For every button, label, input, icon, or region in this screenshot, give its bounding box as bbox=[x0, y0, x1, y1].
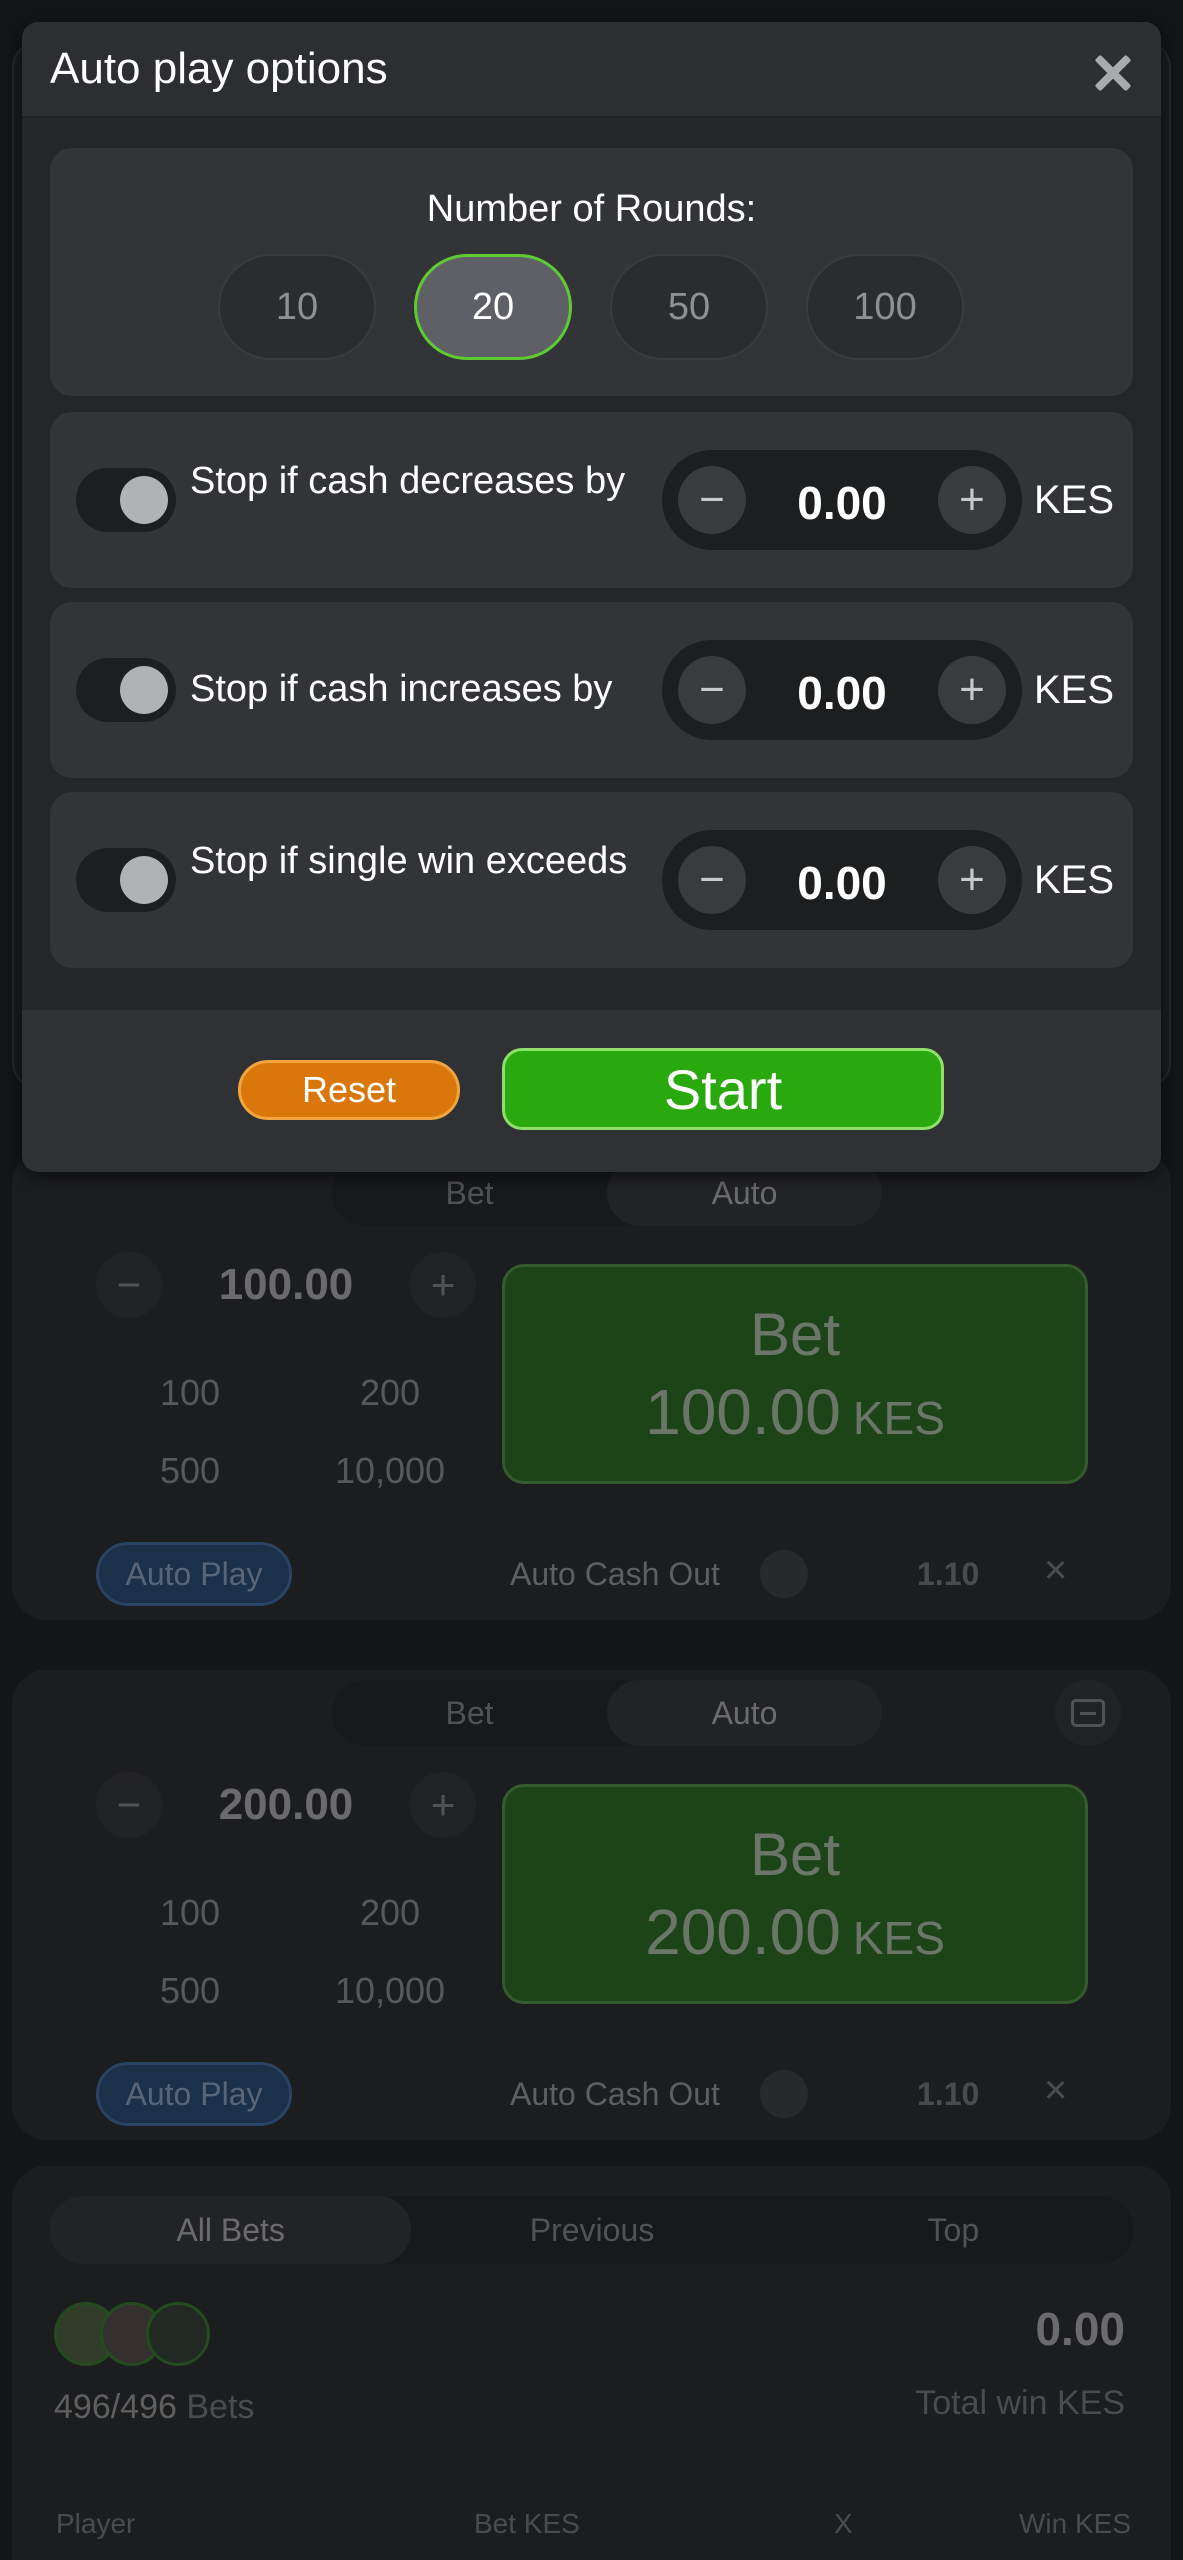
bets-list-tabs: All Bets Previous Top bbox=[50, 2196, 1134, 2264]
player-avatars bbox=[54, 2302, 210, 2372]
quick-bet-200[interactable]: 200 bbox=[290, 1892, 490, 1934]
decrease-bet-button[interactable]: − bbox=[96, 1772, 162, 1838]
auto-cash-out-label: Auto Cash Out bbox=[510, 1556, 720, 1592]
bets-count-value: 496/496 bbox=[54, 2388, 177, 2426]
increase-button[interactable]: + bbox=[938, 846, 1006, 914]
currency-label: KES bbox=[1034, 668, 1115, 712]
collapse-icon[interactable] bbox=[1055, 1680, 1121, 1746]
total-win-value: 0.00 bbox=[1035, 2303, 1125, 2355]
auto-play-button[interactable]: Auto Play bbox=[96, 1542, 292, 1606]
stop-cash-decrease-value[interactable]: 0.00 bbox=[746, 476, 938, 530]
bet-button-currency: KES bbox=[852, 1391, 945, 1444]
stop-cash-decrease-card: Stop if cash decreases by − 0.00 + KES bbox=[50, 412, 1133, 588]
stop-single-win-label: Stop if single win exceeds bbox=[190, 840, 628, 882]
bet-button[interactable]: Bet 100.00 KES bbox=[502, 1264, 1088, 1484]
stop-cash-decrease-stepper: − 0.00 + bbox=[662, 450, 1022, 550]
bet-button-label: Bet bbox=[749, 1300, 841, 1368]
start-button[interactable]: Start bbox=[502, 1048, 944, 1130]
stop-single-win-toggle[interactable] bbox=[76, 848, 176, 912]
bet-panel-1: Bet Auto − 100.00 + 100 200 500 10,000 B… bbox=[12, 1150, 1171, 1620]
quick-bet-200[interactable]: 200 bbox=[290, 1372, 490, 1414]
modal-header: Auto play options bbox=[22, 22, 1161, 118]
bets-list-panel: All Bets Previous Top 496/496 Bets 0.00 … bbox=[12, 2166, 1171, 2560]
total-win-label: Total win KES bbox=[915, 2384, 1125, 2422]
decrease-button[interactable]: − bbox=[678, 846, 746, 914]
bet-amount-value[interactable]: 100.00 bbox=[219, 1260, 354, 1310]
increase-bet-button[interactable]: + bbox=[409, 1252, 476, 1318]
auto-cash-out-value[interactable]: 1.10 bbox=[917, 1556, 979, 1593]
bet-button-amount: 200.00 bbox=[645, 1895, 841, 1968]
rounds-option-50[interactable]: 50 bbox=[610, 254, 768, 360]
column-player: Player bbox=[56, 2508, 136, 2539]
close-icon[interactable] bbox=[1093, 52, 1133, 92]
bet-amount-value[interactable]: 200.00 bbox=[219, 1780, 354, 1830]
column-multiplier: X bbox=[834, 2508, 853, 2539]
auto-cash-out-toggle[interactable] bbox=[760, 2070, 808, 2118]
quick-bet-10000[interactable]: 10,000 bbox=[290, 1450, 490, 1492]
rounds-options: 10 20 50 100 bbox=[218, 254, 964, 360]
tab-top[interactable]: Top bbox=[773, 2196, 1134, 2264]
modal-title: Auto play options bbox=[50, 44, 388, 93]
quick-bet-500[interactable]: 500 bbox=[90, 1970, 290, 2012]
increase-button[interactable]: + bbox=[938, 656, 1006, 724]
bet-amount-stepper: − 100.00 + bbox=[96, 1250, 476, 1320]
quick-bet-10000[interactable]: 10,000 bbox=[290, 1970, 490, 2012]
rounds-option-100[interactable]: 100 bbox=[806, 254, 964, 360]
tab-auto[interactable]: Auto bbox=[607, 1680, 882, 1746]
stop-single-win-card: Stop if single win exceeds − 0.00 + KES bbox=[50, 792, 1133, 968]
currency-label: KES bbox=[1034, 858, 1115, 902]
rounds-option-10[interactable]: 10 bbox=[218, 254, 376, 360]
stop-cash-increase-value[interactable]: 0.00 bbox=[746, 666, 938, 720]
stop-cash-increase-label: Stop if cash increases by bbox=[190, 668, 613, 710]
decrease-bet-button[interactable]: − bbox=[96, 1252, 162, 1318]
auto-play-button[interactable]: Auto Play bbox=[96, 2062, 292, 2126]
tab-bet[interactable]: Bet bbox=[332, 1680, 607, 1746]
quick-bet-500[interactable]: 500 bbox=[90, 1450, 290, 1492]
clear-cash-out-icon[interactable]: × bbox=[1044, 1548, 1067, 1593]
increase-button[interactable]: + bbox=[938, 466, 1006, 534]
rounds-option-20[interactable]: 20 bbox=[414, 254, 572, 360]
auto-cash-out-value[interactable]: 1.10 bbox=[917, 2076, 979, 2113]
decrease-button[interactable]: − bbox=[678, 656, 746, 724]
stop-cash-decrease-label: Stop if cash decreases by bbox=[190, 460, 626, 502]
bet-mode-tabs: Bet Auto bbox=[332, 1680, 882, 1746]
rounds-card: Number of Rounds: 10 20 50 100 bbox=[50, 148, 1133, 396]
tab-previous[interactable]: Previous bbox=[411, 2196, 772, 2264]
currency-label: KES bbox=[1034, 478, 1115, 522]
column-win: Win KES bbox=[1018, 2508, 1131, 2539]
bet-panel-2: Bet Auto − 200.00 + 100 200 500 10,000 B… bbox=[12, 1670, 1171, 2140]
auto-play-modal: Auto play options Number of Rounds: 10 2… bbox=[22, 22, 1161, 1172]
tab-all-bets[interactable]: All Bets bbox=[50, 2196, 412, 2264]
column-bet: Bet KES bbox=[474, 2508, 580, 2539]
stop-cash-increase-card: Stop if cash increases by − 0.00 + KES bbox=[50, 602, 1133, 778]
quick-bet-100[interactable]: 100 bbox=[90, 1892, 290, 1934]
decrease-button[interactable]: − bbox=[678, 466, 746, 534]
auto-cash-out-label: Auto Cash Out bbox=[510, 2076, 720, 2112]
bet-button-label: Bet bbox=[749, 1820, 841, 1888]
quick-bet-100[interactable]: 100 bbox=[90, 1372, 290, 1414]
stop-cash-decrease-toggle[interactable] bbox=[76, 468, 176, 532]
bets-count: 496/496 Bets bbox=[54, 2388, 254, 2427]
increase-bet-button[interactable]: + bbox=[409, 1772, 476, 1838]
bet-amount-stepper: − 200.00 + bbox=[96, 1770, 476, 1840]
bet-button[interactable]: Bet 200.00 KES bbox=[502, 1784, 1088, 2004]
bet-button-currency: KES bbox=[852, 1911, 945, 1964]
clear-cash-out-icon[interactable]: × bbox=[1044, 2068, 1067, 2113]
rounds-label: Number of Rounds: bbox=[426, 188, 757, 230]
stop-single-win-value[interactable]: 0.00 bbox=[746, 856, 938, 910]
stop-single-win-stepper: − 0.00 + bbox=[662, 830, 1022, 930]
avatar bbox=[146, 2302, 210, 2366]
stop-cash-increase-stepper: − 0.00 + bbox=[662, 640, 1022, 740]
modal-footer: Reset Start bbox=[22, 1010, 1161, 1172]
auto-cash-out-toggle[interactable] bbox=[760, 1550, 808, 1598]
bet-button-amount: 100.00 bbox=[645, 1375, 841, 1448]
stop-cash-increase-toggle[interactable] bbox=[76, 658, 176, 722]
bets-count-suffix: Bets bbox=[186, 2388, 255, 2426]
reset-button[interactable]: Reset bbox=[238, 1060, 460, 1120]
